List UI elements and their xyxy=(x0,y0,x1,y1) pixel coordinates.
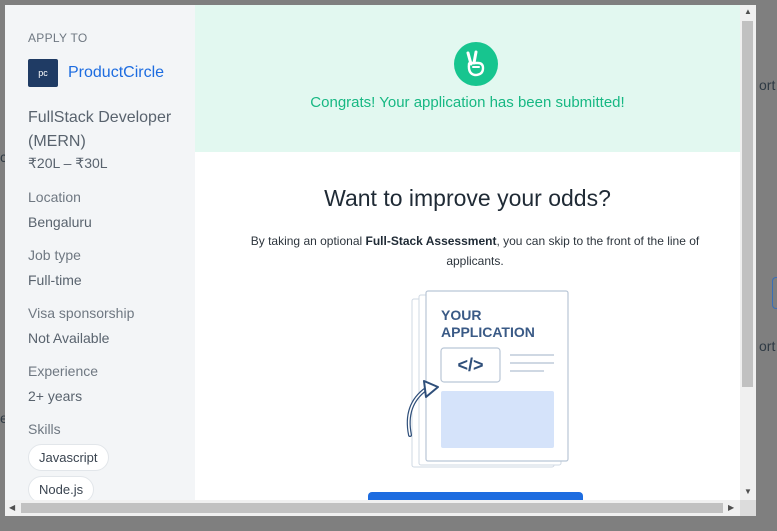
scrollbar-corner xyxy=(740,500,756,516)
confirmation-panel: Congrats! Your application has been subm… xyxy=(195,5,740,500)
background-text: ort xyxy=(759,77,776,93)
company-name-link[interactable]: ProductCircle xyxy=(68,64,164,82)
code-icon: </> xyxy=(440,347,501,383)
visa-value: Not Available xyxy=(28,330,110,346)
experience-label: Experience xyxy=(28,363,99,379)
horizontal-scrollbar[interactable]: ◀ ▶ xyxy=(5,500,756,516)
salary: ₹20L – ₹30L xyxy=(28,155,108,171)
code-symbol: </> xyxy=(457,355,483,375)
background-text: ort xyxy=(759,338,776,354)
scroll-right-icon[interactable]: ▶ xyxy=(728,503,734,512)
skill-chip: Javascript xyxy=(28,444,109,471)
apply-to-label: APPLY TO xyxy=(28,31,88,45)
peace-hand-icon xyxy=(454,42,498,86)
scroll-left-icon[interactable]: ◀ xyxy=(9,503,15,512)
success-banner: Congrats! Your application has been subm… xyxy=(195,5,740,152)
vertical-scroll-thumb[interactable] xyxy=(742,21,753,387)
company-logo: pc xyxy=(28,59,58,87)
desc-prefix: By taking an optional xyxy=(250,234,366,248)
scroll-up-icon[interactable]: ▲ xyxy=(744,7,752,16)
company-row: pc ProductCircle xyxy=(28,59,164,87)
visa-label: Visa sponsorship xyxy=(28,305,135,321)
job-title: FullStack Developer (MERN) xyxy=(28,109,172,150)
job-type-value: Full-time xyxy=(28,272,82,288)
skill-chip: Node.js xyxy=(28,476,95,500)
location-label: Location xyxy=(28,189,81,205)
application-modal: APPLY TO pc ProductCircle FullStack Deve… xyxy=(5,5,756,516)
take-assessment-button[interactable] xyxy=(368,492,583,500)
assessment-name: Full-Stack Assessment xyxy=(365,234,497,248)
illustration-title-line2: APPLICATION xyxy=(441,324,535,340)
background-button xyxy=(772,277,777,309)
scroll-down-icon[interactable]: ▼ xyxy=(744,487,752,496)
vertical-scrollbar[interactable]: ▲ ▼ xyxy=(740,5,756,500)
congrats-message: Congrats! Your application has been subm… xyxy=(310,94,625,111)
location-value: Bengaluru xyxy=(28,214,92,230)
skills-label: Skills xyxy=(28,421,61,437)
job-type-label: Job type xyxy=(28,247,81,263)
job-summary-sidebar: APPLY TO pc ProductCircle FullStack Deve… xyxy=(5,5,195,500)
improve-heading: Want to improve your odds? xyxy=(324,185,611,211)
horizontal-scroll-thumb[interactable] xyxy=(21,503,723,513)
application-illustration: YOUR APPLICATION </> xyxy=(400,285,575,480)
experience-value: 2+ years xyxy=(28,388,83,404)
illustration-title-line1: YOUR xyxy=(441,307,481,323)
assessment-description: By taking an optional Full-Stack Assessm… xyxy=(245,231,705,271)
